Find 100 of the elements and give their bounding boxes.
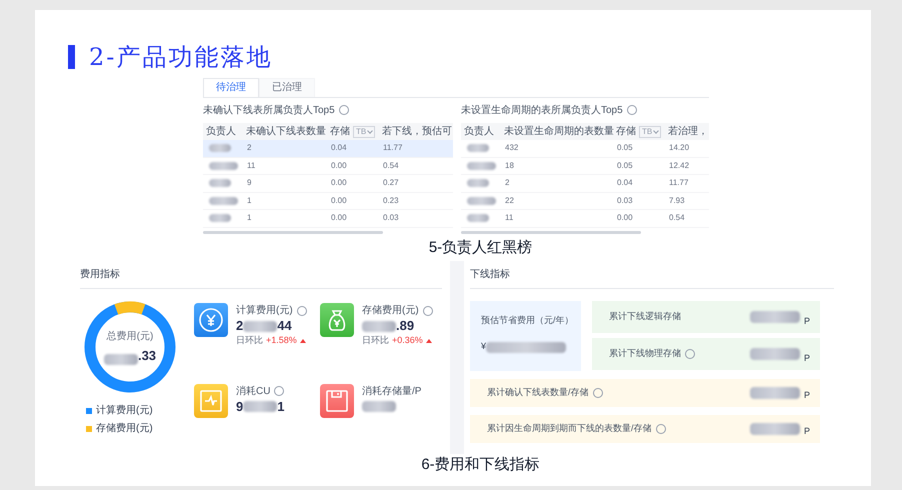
metric-label: 消耗存储量/P	[362, 384, 422, 399]
scrollbar[interactable]	[461, 230, 641, 234]
table-cell-text: 0.54	[382, 160, 400, 172]
column-header: 负责人	[206, 124, 236, 139]
redacted-name	[209, 162, 238, 170]
table-cell-text: 22	[504, 194, 515, 207]
table-cell-text: 11.77	[668, 177, 690, 190]
column-header: 存储	[616, 124, 636, 139]
table-cell-text: 7.93	[668, 194, 686, 207]
title-bar	[68, 45, 75, 69]
metric-label: 存储费用(元)	[362, 304, 419, 318]
table-cell-text: 0.03	[382, 212, 400, 224]
up-triangle-icon	[300, 338, 306, 343]
tab[interactable]: 待治理	[203, 78, 259, 97]
card-label: 累计确认下线表数量/存储	[487, 386, 589, 400]
metric-value: 2	[236, 317, 244, 336]
panel-title: 费用指标	[80, 268, 120, 282]
slide-title: 2-产品功能落地	[89, 42, 272, 73]
redacted-name	[467, 214, 489, 222]
total-value: .33	[138, 346, 156, 365]
legend-label: 存储费用(元)	[96, 422, 153, 436]
table-cell-text: 0.23	[382, 194, 400, 207]
table-cell-text: 0.05	[616, 160, 634, 172]
table-cell-text: 11	[504, 212, 514, 224]
table-row[interactable]: 2 0.04 11.77	[203, 140, 453, 158]
column-header: 负责人	[464, 124, 494, 139]
column-header: 若治理，	[668, 124, 708, 139]
table-title: 未设置生命周期的表所属负责人Top5	[461, 104, 623, 118]
table-cell-text: 0.03	[616, 194, 634, 207]
table-cell-text: 1	[246, 212, 252, 224]
metric-value: 9	[236, 398, 244, 416]
table-cell-text: 0.04	[330, 142, 348, 154]
table-cell-text: 0.05	[616, 142, 634, 154]
unit-label: P	[804, 424, 810, 438]
card-label: 累计因生命周期到期而下线的表数量/存储	[487, 422, 652, 436]
table-cell-text: 1	[246, 194, 252, 207]
redacted-value	[362, 320, 396, 332]
table-cell-text: 0.00	[330, 212, 348, 224]
card-label: 预估节省费用（元/年）	[481, 314, 575, 327]
redacted-name	[209, 196, 238, 205]
redacted-name	[209, 214, 231, 222]
table-cell-text: 2	[246, 142, 252, 154]
table-cell-text: 0.00	[330, 194, 348, 207]
table-cell-text: 0.00	[330, 177, 348, 190]
table-cell-text: 0.27	[382, 177, 400, 190]
up-triangle-icon	[426, 338, 432, 343]
metric-value: 1	[277, 398, 284, 416]
help-icon	[626, 105, 637, 115]
table-title: 未确认下线表所属负责人Top5	[203, 104, 335, 118]
table-row[interactable]: 22 0.03 7.93	[461, 192, 709, 210]
card-label: 累计下线逻辑存储	[609, 310, 681, 324]
redacted-name	[467, 179, 489, 188]
change-label: 日环比	[362, 334, 389, 347]
unit-label: P	[804, 314, 810, 328]
legend-label: 计算费用(元)	[96, 404, 153, 418]
redacted-value	[362, 401, 396, 412]
caption: 5-负责人红黑榜	[428, 238, 532, 257]
scrollbar[interactable]	[203, 230, 383, 234]
change-value: +1.58%	[266, 334, 297, 347]
unit-select[interactable]: TB	[353, 126, 376, 138]
table-cell-text: 12.42	[668, 160, 690, 172]
table-row[interactable]: 1 0.00 0.23	[203, 192, 453, 210]
metric-label: 计算费用(元)	[236, 304, 293, 318]
panel-title: 下线指标	[470, 268, 510, 282]
redacted-value	[104, 354, 138, 366]
caption: 6-费用和下线指标	[421, 455, 540, 474]
redacted-value	[750, 311, 800, 323]
redacted-name	[467, 196, 496, 205]
column-header: 存储	[330, 124, 350, 139]
change-value: +0.36%	[392, 334, 423, 347]
redacted-value	[243, 320, 278, 332]
column-header: 未确认下线表数量	[246, 124, 326, 139]
table-cell-text: 0.00	[616, 212, 634, 224]
metric-label: 消耗CU	[236, 384, 270, 399]
table-row[interactable]: 18 0.05 12.42	[461, 158, 709, 175]
redacted-name	[467, 162, 496, 170]
redacted-name	[209, 179, 231, 188]
table-row[interactable]: 11 0.00 0.54	[203, 158, 453, 175]
unit-label: P	[804, 388, 810, 402]
table-cell-text: 432	[504, 142, 520, 154]
redacted-name	[467, 144, 489, 152]
column-header: 若下线，预估可	[382, 124, 452, 139]
metric-value: .89	[396, 317, 414, 336]
table-cell-text: 9	[246, 177, 252, 190]
table-cell-text: 0.00	[330, 160, 348, 172]
table-cell-text: 2	[504, 177, 510, 190]
redacted-value	[750, 348, 800, 360]
table-cell-text: 18	[504, 160, 515, 172]
table-cell-text: 11	[246, 160, 256, 172]
redacted-name	[209, 144, 231, 152]
column-header: 未设置生命周期的表数量	[504, 124, 614, 139]
unit-select[interactable]: TB	[639, 126, 662, 138]
total-label: 总费用(元)	[106, 330, 154, 344]
redacted-value	[750, 387, 800, 399]
change-label: 日环比	[236, 334, 263, 347]
table-cell-text: 14.20	[668, 142, 690, 154]
redacted-value	[243, 401, 278, 412]
tab[interactable]: 已治理	[259, 78, 315, 97]
redacted-value	[750, 423, 800, 435]
card-label: 累计下线物理存储	[609, 347, 681, 360]
